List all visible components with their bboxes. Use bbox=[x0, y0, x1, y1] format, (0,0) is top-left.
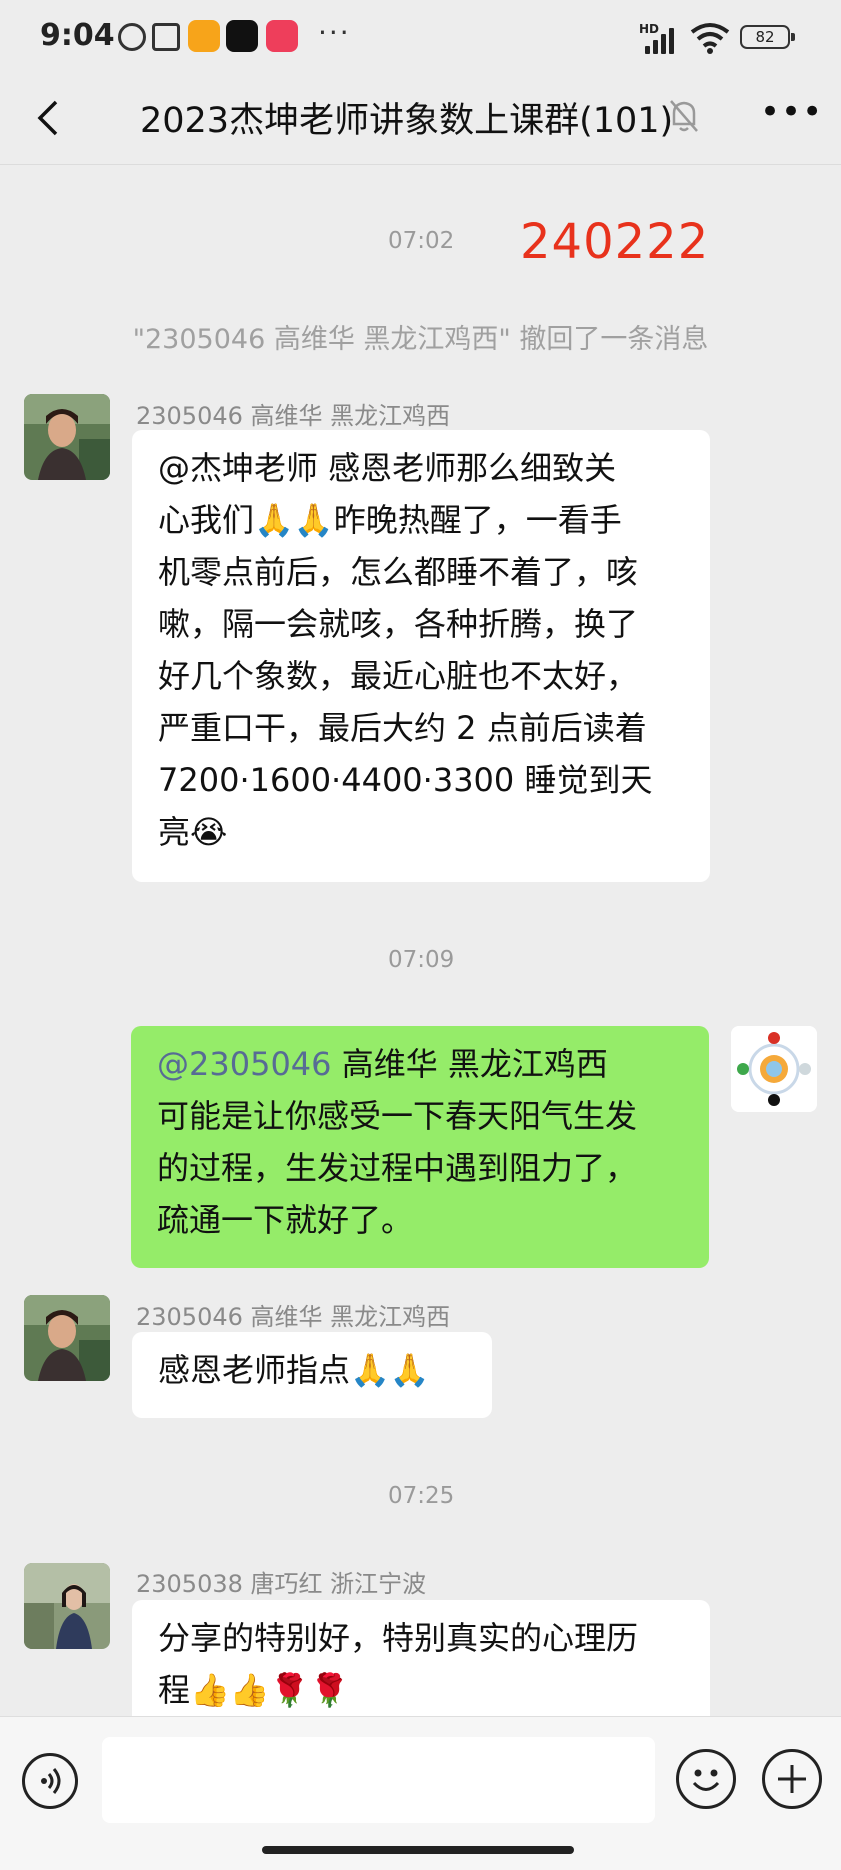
timestamp: 07:02 bbox=[388, 228, 455, 254]
home-indicator[interactable] bbox=[262, 1846, 574, 1854]
message-line: @杰坤老师 感恩老师那么细致关 bbox=[158, 449, 617, 487]
tiktok-icon bbox=[226, 20, 258, 52]
message-line: 心我们🙏🙏昨晚热醒了，一看手 bbox=[158, 501, 622, 539]
battery-icon: 82 bbox=[740, 25, 795, 49]
status-time: 9:04 bbox=[40, 18, 115, 53]
message-line: 好几个象数，最近心脏也不太好， bbox=[158, 657, 639, 695]
timestamp: 07:09 bbox=[388, 947, 455, 973]
message-line: 严重口干，最后大约 2 点前后读着 bbox=[158, 709, 647, 747]
message-line: 机零点前后，怎么都睡不着了，咳 bbox=[158, 553, 639, 591]
message-line: 可能是让你感受一下春天阳气生发 bbox=[157, 1097, 638, 1135]
chat-title: 2023杰坤老师讲象数上课群(101) bbox=[140, 101, 674, 141]
alarm-icon bbox=[118, 23, 146, 51]
message-bubble[interactable]: @杰坤老师 感恩老师那么细致关 心我们🙏🙏昨晚热醒了，一看手 机零点前后，怎么都… bbox=[132, 430, 710, 882]
more-options-icon[interactable]: ••• bbox=[760, 92, 823, 132]
five-elements-avatar-icon bbox=[731, 1026, 817, 1112]
mute-bell-icon bbox=[670, 100, 698, 132]
avatar[interactable] bbox=[24, 1563, 110, 1649]
avatar-photo bbox=[24, 1295, 110, 1381]
message-bubble[interactable]: 感恩老师指点🙏🙏 bbox=[132, 1332, 492, 1418]
message-bubble-outgoing[interactable]: @2305046 高维华 黑龙江鸡西 可能是让你感受一下春天阳气生发 的过程，生… bbox=[131, 1026, 709, 1268]
message-line: 嗽，隔一会就咳，各种折腾，换了 bbox=[158, 605, 639, 643]
avatar[interactable] bbox=[24, 1295, 110, 1381]
message-line: 的过程，生发过程中遇到阻力了， bbox=[157, 1149, 638, 1187]
nfc-icon bbox=[152, 23, 180, 51]
my-avatar[interactable] bbox=[731, 1026, 817, 1112]
chat-header: 2023杰坤老师讲象数上课群(101) ••• bbox=[0, 74, 841, 165]
emoji-icon[interactable] bbox=[676, 1749, 736, 1809]
back-arrow-icon[interactable] bbox=[30, 98, 70, 138]
message-line: 程👍👍🌹🌹 bbox=[158, 1671, 350, 1709]
avatar-photo bbox=[24, 1563, 110, 1649]
wifi-icon bbox=[690, 23, 730, 54]
voice-input-icon[interactable] bbox=[22, 1753, 78, 1809]
video-app-icon bbox=[266, 20, 298, 52]
message-input[interactable] bbox=[102, 1737, 655, 1823]
message-line: 亮😭 bbox=[158, 813, 228, 851]
message-bubble[interactable]: 分享的特别好，特别真实的心理历 程👍👍🌹🌹 bbox=[132, 1600, 710, 1716]
sender-name: 2305038 唐巧红 浙江宁波 bbox=[136, 1570, 427, 1598]
avatar-photo bbox=[24, 394, 110, 480]
message-text: 高维华 黑龙江鸡西 bbox=[331, 1045, 608, 1083]
message-line: 疏通一下就好了。 bbox=[157, 1201, 414, 1239]
message-line: 感恩老师指点🙏🙏 bbox=[158, 1351, 430, 1389]
signal-icon bbox=[645, 26, 681, 54]
timestamp: 07:25 bbox=[388, 1483, 455, 1509]
message-line: @2305046 高维华 黑龙江鸡西 bbox=[157, 1038, 683, 1090]
message-line: 7200·1600·4400·3300 睡觉到天 bbox=[158, 761, 653, 799]
add-attachment-icon[interactable] bbox=[762, 1749, 822, 1809]
status-bar: 9:04 ··· HD 82 bbox=[0, 0, 841, 74]
mention-link[interactable]: @2305046 bbox=[157, 1045, 332, 1083]
date-annotation: 240222 bbox=[520, 214, 710, 270]
sender-name: 2305046 高维华 黑龙江鸡西 bbox=[136, 402, 451, 430]
more-notifications-icon: ··· bbox=[318, 16, 351, 49]
avatar[interactable] bbox=[24, 394, 110, 480]
message-line: 分享的特别好，特别真实的心理历 bbox=[158, 1619, 639, 1657]
sender-name: 2305046 高维华 黑龙江鸡西 bbox=[136, 1303, 451, 1331]
app-notification-icon bbox=[188, 20, 220, 52]
recall-notice: "2305046 高维华 黑龙江鸡西" 撤回了一条消息 bbox=[132, 324, 709, 355]
